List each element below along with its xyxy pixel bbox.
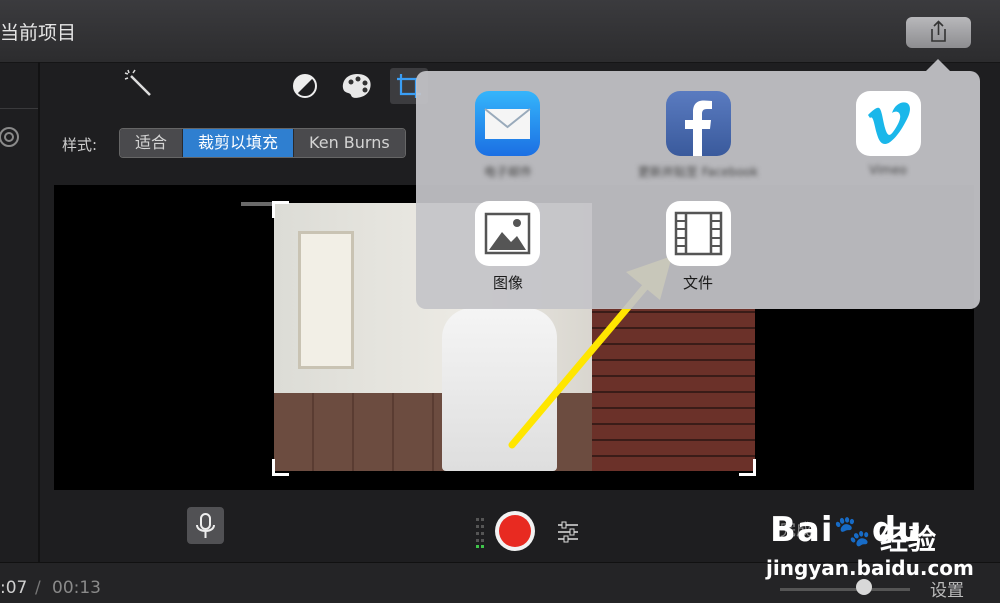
popover-pointer: [926, 59, 950, 71]
film-icon: [674, 211, 723, 256]
share-popover: 电子邮件 更新并贴至 Facebook Vimeo 图像 文件: [416, 71, 980, 309]
share-facebook-label: 更新并贴至 Facebook: [637, 165, 759, 179]
record-button[interactable]: [495, 511, 535, 551]
share-vimeo-label: Vimeo: [869, 163, 907, 177]
microphone-button[interactable]: [187, 507, 224, 544]
share-image[interactable]: [475, 201, 540, 266]
watermark-url: jingyan.baidu.com: [766, 556, 974, 580]
total-time: 00:13: [52, 578, 101, 598]
watermark-brand-bai: Bai: [770, 510, 834, 550]
current-time: :07: [0, 578, 28, 598]
share-file[interactable]: [666, 201, 731, 266]
mail-icon: [484, 108, 531, 139]
microphone-icon: [196, 513, 215, 538]
paw-icon: 🐾: [833, 514, 872, 549]
level-meter: [476, 518, 484, 548]
audio-settings-icon[interactable]: [556, 520, 580, 548]
share-facebook[interactable]: [666, 91, 731, 156]
image-icon: [484, 212, 531, 255]
facebook-icon: [685, 100, 712, 156]
zoom-slider-knob[interactable]: [856, 579, 872, 595]
time-separator: /: [35, 578, 41, 598]
vimeo-icon: [868, 102, 910, 144]
share-image-label: 图像: [492, 274, 523, 292]
share-file-label: 文件: [682, 274, 713, 292]
zoom-slider-track[interactable]: [780, 588, 910, 591]
share-mail-label: 电子邮件: [483, 165, 532, 179]
share-mail[interactable]: [475, 91, 540, 156]
share-vimeo[interactable]: [856, 91, 921, 156]
watermark-cn: 经验: [880, 523, 937, 556]
